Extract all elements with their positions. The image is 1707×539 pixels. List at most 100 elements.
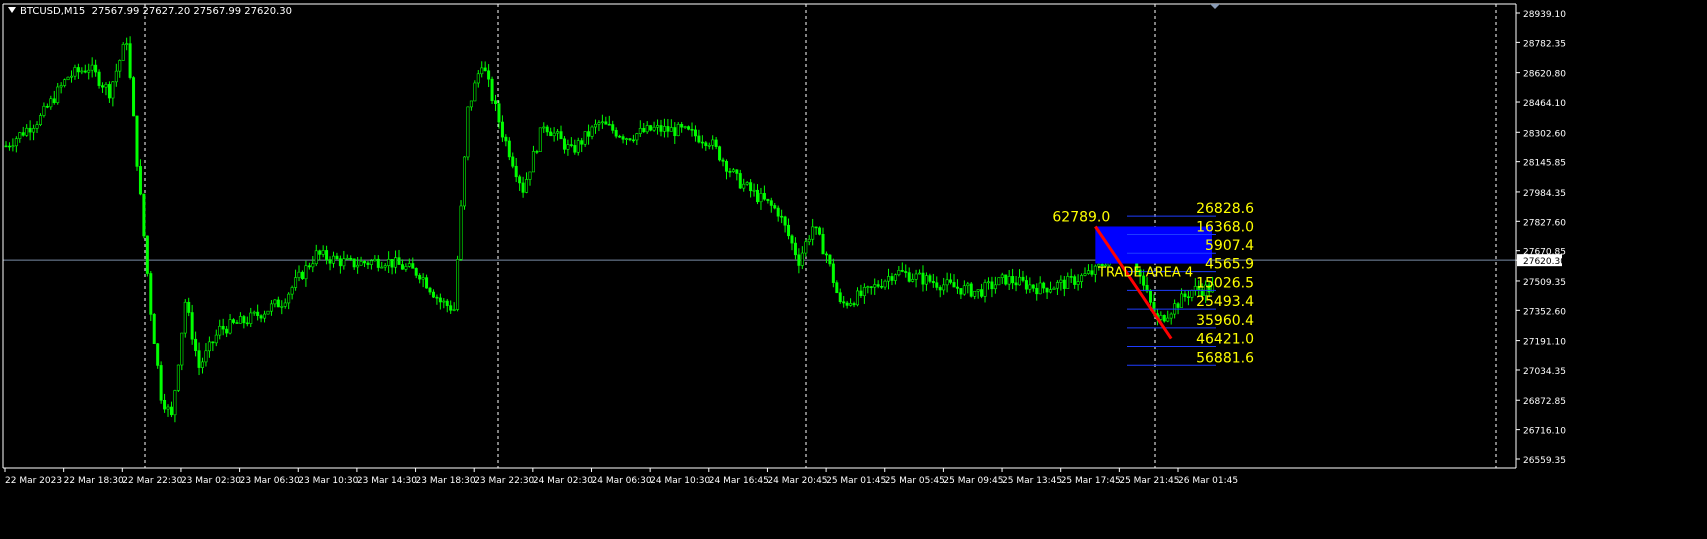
candle-body: [1159, 315, 1163, 320]
candle-body: [311, 263, 315, 268]
candle-body: [593, 123, 597, 128]
candle-body: [797, 254, 801, 266]
candle-body: [759, 193, 763, 203]
candle-body: [235, 322, 239, 324]
candle-body: [990, 281, 994, 290]
candle-body: [1083, 273, 1087, 276]
candle-body: [742, 183, 746, 189]
candle-body: [583, 131, 587, 145]
candle-body: [849, 303, 853, 306]
candle-body: [476, 73, 480, 84]
candle-body: [83, 70, 87, 73]
candle-body: [138, 166, 142, 195]
candle-body: [118, 60, 122, 72]
y-tick-label: 27984.35: [1523, 189, 1566, 199]
x-tick-label: 26 Mar 01:45: [1178, 476, 1238, 486]
x-tick-label: 22 Mar 2023: [5, 476, 62, 486]
candle-body: [152, 314, 156, 344]
candle-body: [173, 390, 177, 416]
candle-body: [338, 258, 342, 267]
candle-body: [673, 127, 677, 137]
x-tick-label: 25 Mar 01:45: [826, 476, 886, 486]
candle-body: [528, 171, 532, 180]
candle-body: [745, 182, 749, 185]
candle-body: [976, 289, 980, 292]
fib-level-label: 16368.0: [1196, 219, 1254, 235]
candle-body: [1052, 287, 1056, 290]
candle-body: [66, 76, 70, 81]
candle-body: [380, 266, 384, 269]
candle-body: [325, 250, 329, 260]
candle-body: [862, 287, 866, 296]
candle-body: [459, 205, 463, 260]
x-tick-label: 25 Mar 05:45: [885, 476, 945, 486]
candle-body: [25, 127, 29, 136]
candle-body: [1086, 270, 1090, 274]
candle-body: [197, 350, 201, 368]
candle-body: [321, 250, 325, 255]
candle-body: [349, 257, 353, 260]
candle-body: [873, 284, 877, 288]
x-tick-label: 23 Mar 10:30: [298, 476, 358, 486]
candle-body: [1031, 284, 1035, 289]
candle-body: [194, 338, 198, 351]
candle-body: [887, 276, 891, 282]
candle-body: [986, 281, 990, 284]
candle-body: [535, 151, 539, 153]
x-tick-label: 23 Mar 02:30: [181, 476, 241, 486]
candle-body: [404, 266, 408, 270]
candle-body: [580, 140, 584, 145]
candle-body: [390, 258, 394, 268]
fib-level-label: 25493.4: [1196, 294, 1254, 310]
chart-window[interactable]: 26828.6 16368.0 5907.4 4565.9 15026.5 25493.4…: [0, 0, 1707, 535]
candle-body: [487, 70, 491, 80]
candle-body: [190, 312, 194, 340]
candle-body: [90, 64, 94, 71]
candle-body: [101, 85, 105, 88]
candle-body: [890, 276, 894, 281]
candle-body: [1093, 265, 1097, 275]
candle-body: [828, 254, 832, 265]
candle-body: [804, 241, 808, 254]
candle-body: [183, 301, 187, 334]
trade-area-label: TRADE AREA 4: [1097, 266, 1193, 281]
candle-body: [752, 189, 756, 192]
trade-area-zone: [1095, 226, 1212, 264]
y-tick-label: 28782.35: [1523, 39, 1566, 49]
candle-body: [966, 283, 970, 287]
candle-body: [369, 260, 373, 265]
candle-body: [449, 305, 453, 311]
candle-body: [359, 261, 363, 266]
candle-body: [331, 255, 335, 264]
candle-body: [114, 70, 118, 83]
candle-body: [918, 272, 922, 275]
candle-body: [597, 122, 601, 125]
candle-body: [59, 85, 63, 88]
y-tick-label: 27620.30: [1523, 257, 1566, 267]
candle-body: [352, 258, 356, 268]
candle-body: [469, 100, 473, 108]
price-chart[interactable]: 26828.6 16368.0 5907.4 4565.9 15026.5 25493.4…: [0, 0, 1707, 535]
candle-body: [818, 227, 822, 235]
candle-body: [11, 145, 15, 148]
fib-level-label: 56881.6: [1196, 350, 1254, 366]
candle-body: [1011, 276, 1015, 284]
x-tick-label: 23 Mar 06:30: [240, 476, 300, 486]
candle-body: [635, 133, 639, 141]
candle-body: [721, 159, 725, 162]
candle-body: [545, 126, 549, 133]
candle-body: [397, 257, 401, 265]
candle-body: [880, 286, 884, 288]
candle-body: [156, 343, 160, 366]
candle-body: [366, 262, 370, 265]
candle-body: [1066, 276, 1070, 289]
candle-body: [749, 182, 753, 192]
candle-body: [187, 301, 191, 313]
candle-body: [249, 312, 253, 324]
candle-body: [645, 125, 649, 133]
collapse-triangle-icon[interactable]: [8, 7, 16, 13]
candle-body: [159, 365, 163, 401]
candle-body: [1004, 274, 1008, 285]
candle-body: [869, 286, 873, 288]
candle-body: [1045, 287, 1049, 293]
